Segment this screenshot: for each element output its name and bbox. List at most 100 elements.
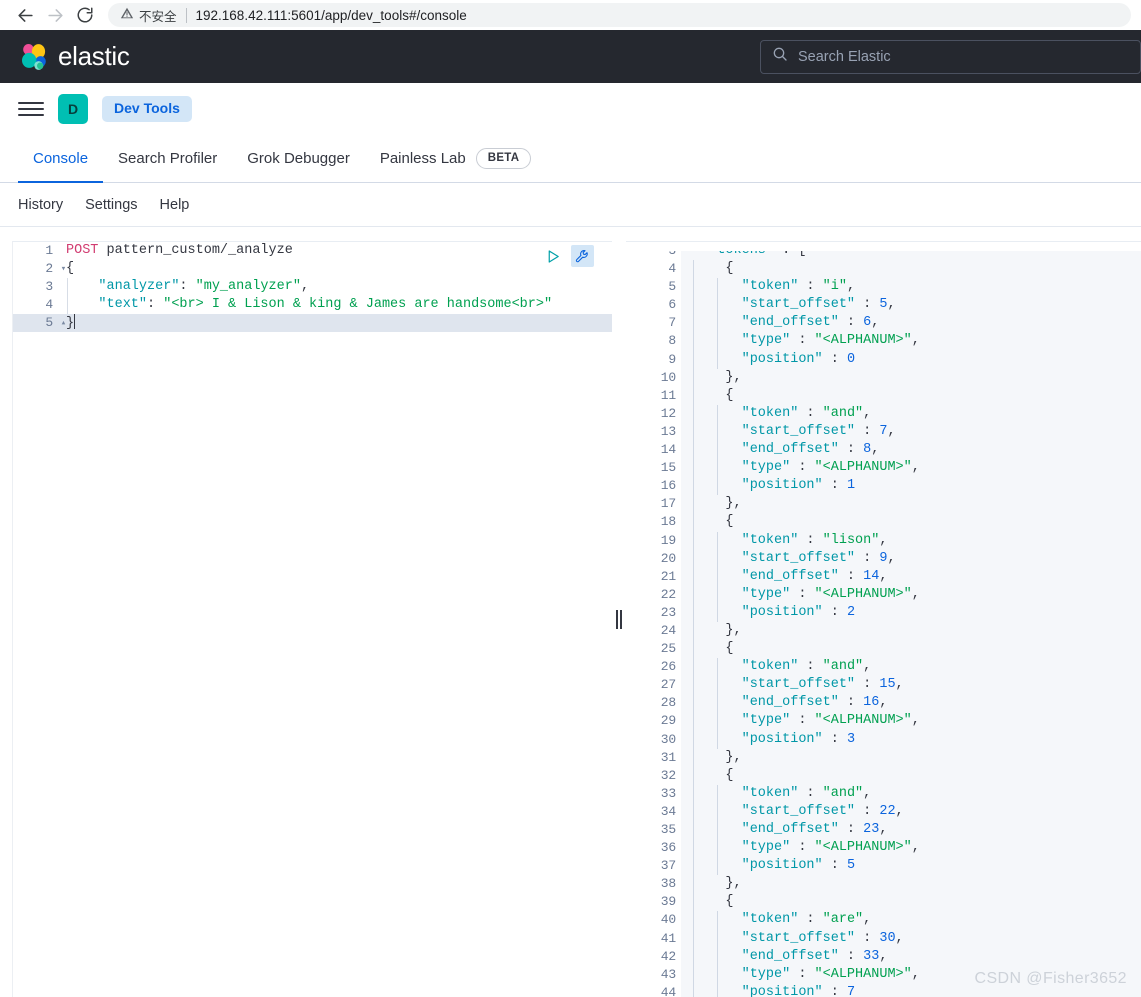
tab-grok-debugger[interactable]: Grok Debugger bbox=[232, 135, 365, 182]
response-line[interactable]: 4▾ { bbox=[626, 260, 1141, 279]
response-line[interactable]: 13 "start_offset" : 7, bbox=[626, 422, 1141, 442]
elastic-logo[interactable]: elastic bbox=[18, 41, 130, 72]
response-line[interactable]: 15 "type" : "<ALPHANUM>", bbox=[626, 459, 1141, 478]
devtools-tabs: Console Search Profiler Grok Debugger Pa… bbox=[0, 135, 1141, 183]
response-line-text: { bbox=[681, 260, 1141, 279]
response-line-text: "start_offset" : 7, bbox=[681, 422, 1141, 442]
address-bar[interactable]: 不安全 192.168.42.111:5601/app/dev_tools#/c… bbox=[108, 3, 1131, 27]
response-line-text: "start_offset" : 5, bbox=[681, 296, 1141, 315]
response-line[interactable]: 24▴ }, bbox=[626, 621, 1141, 641]
request-line[interactable]: 1 POST pattern_custom/_analyze bbox=[13, 242, 612, 260]
indent-guide bbox=[717, 332, 718, 351]
reload-icon[interactable] bbox=[70, 0, 100, 30]
breadcrumb[interactable]: Dev Tools bbox=[102, 96, 192, 122]
play-triangle-icon[interactable] bbox=[545, 248, 562, 265]
wrench-icon[interactable] bbox=[571, 245, 594, 267]
tab-painless-lab[interactable]: Painless Lab BETA bbox=[365, 135, 547, 182]
response-line[interactable]: 8 "type" : "<ALPHANUM>", bbox=[626, 332, 1141, 351]
response-line[interactable]: 9 "position" : 0 bbox=[626, 350, 1141, 369]
response-line[interactable]: 6 "start_offset" : 5, bbox=[626, 296, 1141, 315]
request-line[interactable]: 3 "analyzer": "my_analyzer", bbox=[13, 278, 612, 296]
submenu-history[interactable]: History bbox=[18, 197, 63, 213]
request-line-text: POST pattern_custom/_analyze bbox=[66, 243, 293, 258]
tab-console[interactable]: Console bbox=[18, 135, 104, 183]
response-line[interactable]: 34 "start_offset" : 22, bbox=[626, 802, 1141, 821]
response-line[interactable]: 17▴ }, bbox=[626, 495, 1141, 514]
site-security-indicator[interactable]: 不安全 bbox=[120, 6, 177, 25]
response-line[interactable]: 41 "start_offset" : 30, bbox=[626, 929, 1141, 948]
request-editor-lines[interactable]: 1 POST pattern_custom/_analyze 2 ▾{3 "analy… bbox=[13, 242, 612, 332]
response-line[interactable]: 42 "end_offset" : 33, bbox=[626, 947, 1141, 966]
response-line[interactable]: 27 "start_offset" : 15, bbox=[626, 676, 1141, 695]
indent-guide bbox=[717, 676, 718, 695]
hamburger-menu-icon[interactable] bbox=[18, 96, 44, 122]
response-line-text: "token" : "and", bbox=[681, 658, 1141, 677]
indent-guide bbox=[693, 965, 694, 984]
forward-arrow-icon[interactable] bbox=[40, 0, 70, 30]
indent-guide bbox=[67, 278, 68, 296]
response-line[interactable]: 33 "token" : "and", bbox=[626, 784, 1141, 803]
tab-grok-debugger-label: Grok Debugger bbox=[247, 150, 350, 167]
submenu-settings[interactable]: Settings bbox=[85, 197, 137, 213]
response-line-text: "end_offset" : 33, bbox=[681, 947, 1141, 966]
response-line[interactable]: 40 "token" : "are", bbox=[626, 911, 1141, 930]
response-line[interactable]: 20 "start_offset" : 9, bbox=[626, 549, 1141, 568]
indent-guide bbox=[717, 296, 718, 315]
avatar[interactable]: D bbox=[58, 94, 88, 124]
response-line-number: 31▴ bbox=[626, 748, 691, 767]
response-line[interactable]: 11▾ { bbox=[626, 386, 1141, 405]
indent-guide bbox=[693, 531, 694, 550]
response-line-number: 19 bbox=[626, 531, 681, 550]
indent-guide bbox=[693, 676, 694, 695]
request-line-text: } bbox=[66, 314, 76, 331]
request-editor[interactable]: 1 POST pattern_custom/_analyze 2 ▾{3 "analy… bbox=[12, 241, 612, 997]
response-line[interactable]: 25▾ { bbox=[626, 640, 1141, 659]
indent-guide bbox=[717, 567, 718, 586]
response-line[interactable]: 10▴ }, bbox=[626, 368, 1141, 387]
response-line[interactable]: 5 "token" : "i", bbox=[626, 278, 1141, 297]
response-line[interactable]: 26 "token" : "and", bbox=[626, 658, 1141, 677]
response-line[interactable]: 23 "position" : 2 bbox=[626, 603, 1141, 622]
indent-guide bbox=[693, 567, 694, 586]
request-line-number: 5 ▴ bbox=[45, 315, 66, 330]
indent-guide bbox=[693, 441, 694, 460]
response-line[interactable]: 7 "end_offset" : 6, bbox=[626, 314, 1141, 333]
response-line[interactable]: 36 "type" : "<ALPHANUM>", bbox=[626, 839, 1141, 858]
tab-search-profiler[interactable]: Search Profiler bbox=[103, 135, 232, 182]
pane-resizer[interactable] bbox=[612, 241, 626, 997]
watermark: CSDN @Fisher3652 bbox=[974, 970, 1127, 987]
response-line-number: 15 bbox=[626, 459, 681, 478]
indent-guide bbox=[717, 911, 718, 930]
response-line[interactable]: 16 "position" : 1 bbox=[626, 477, 1141, 496]
response-line[interactable]: 32▾ { bbox=[626, 766, 1141, 785]
indent-guide bbox=[67, 296, 68, 314]
response-line[interactable]: 38▴ }, bbox=[626, 875, 1141, 894]
response-line[interactable]: 21 "end_offset" : 14, bbox=[626, 567, 1141, 586]
submenu-help[interactable]: Help bbox=[160, 197, 190, 213]
response-line[interactable]: 39▾ { bbox=[626, 893, 1141, 912]
indent-guide bbox=[693, 260, 694, 279]
response-line[interactable]: 31▴ }, bbox=[626, 748, 1141, 767]
response-line[interactable]: 30 "position" : 3 bbox=[626, 730, 1141, 749]
response-top-clip bbox=[626, 242, 1141, 251]
response-line[interactable]: 37 "position" : 5 bbox=[626, 857, 1141, 876]
response-line[interactable]: 29 "type" : "<ALPHANUM>", bbox=[626, 712, 1141, 731]
global-search-input[interactable]: Search Elastic bbox=[760, 39, 1141, 74]
back-arrow-icon[interactable] bbox=[10, 0, 40, 30]
response-line-number: 10▴ bbox=[626, 368, 691, 387]
response-line[interactable]: 35 "end_offset" : 23, bbox=[626, 821, 1141, 840]
response-editor[interactable]: 3 "tokens" : [4▾ {5 "token" : "i",6 "sta… bbox=[626, 242, 1141, 997]
response-line[interactable]: 12 "token" : "and", bbox=[626, 404, 1141, 423]
response-line-text: }, bbox=[681, 748, 1141, 767]
request-line[interactable]: 5 ▴} bbox=[13, 314, 612, 332]
response-line[interactable]: 22 "type" : "<ALPHANUM>", bbox=[626, 585, 1141, 604]
response-editor-lines[interactable]: 3 "tokens" : [4▾ {5 "token" : "i",6 "sta… bbox=[626, 242, 1141, 997]
indent-guide bbox=[717, 549, 718, 568]
request-line[interactable]: 4 "text": "<br> I & Lison & king & James… bbox=[13, 296, 612, 314]
response-line-number: 33 bbox=[626, 784, 681, 803]
response-line[interactable]: 18▾ { bbox=[626, 513, 1141, 532]
response-line[interactable]: 19 "token" : "lison", bbox=[626, 531, 1141, 550]
response-line[interactable]: 14 "end_offset" : 8, bbox=[626, 441, 1141, 460]
request-line[interactable]: 2 ▾{ bbox=[13, 260, 612, 278]
response-line[interactable]: 28 "end_offset" : 16, bbox=[626, 694, 1141, 713]
